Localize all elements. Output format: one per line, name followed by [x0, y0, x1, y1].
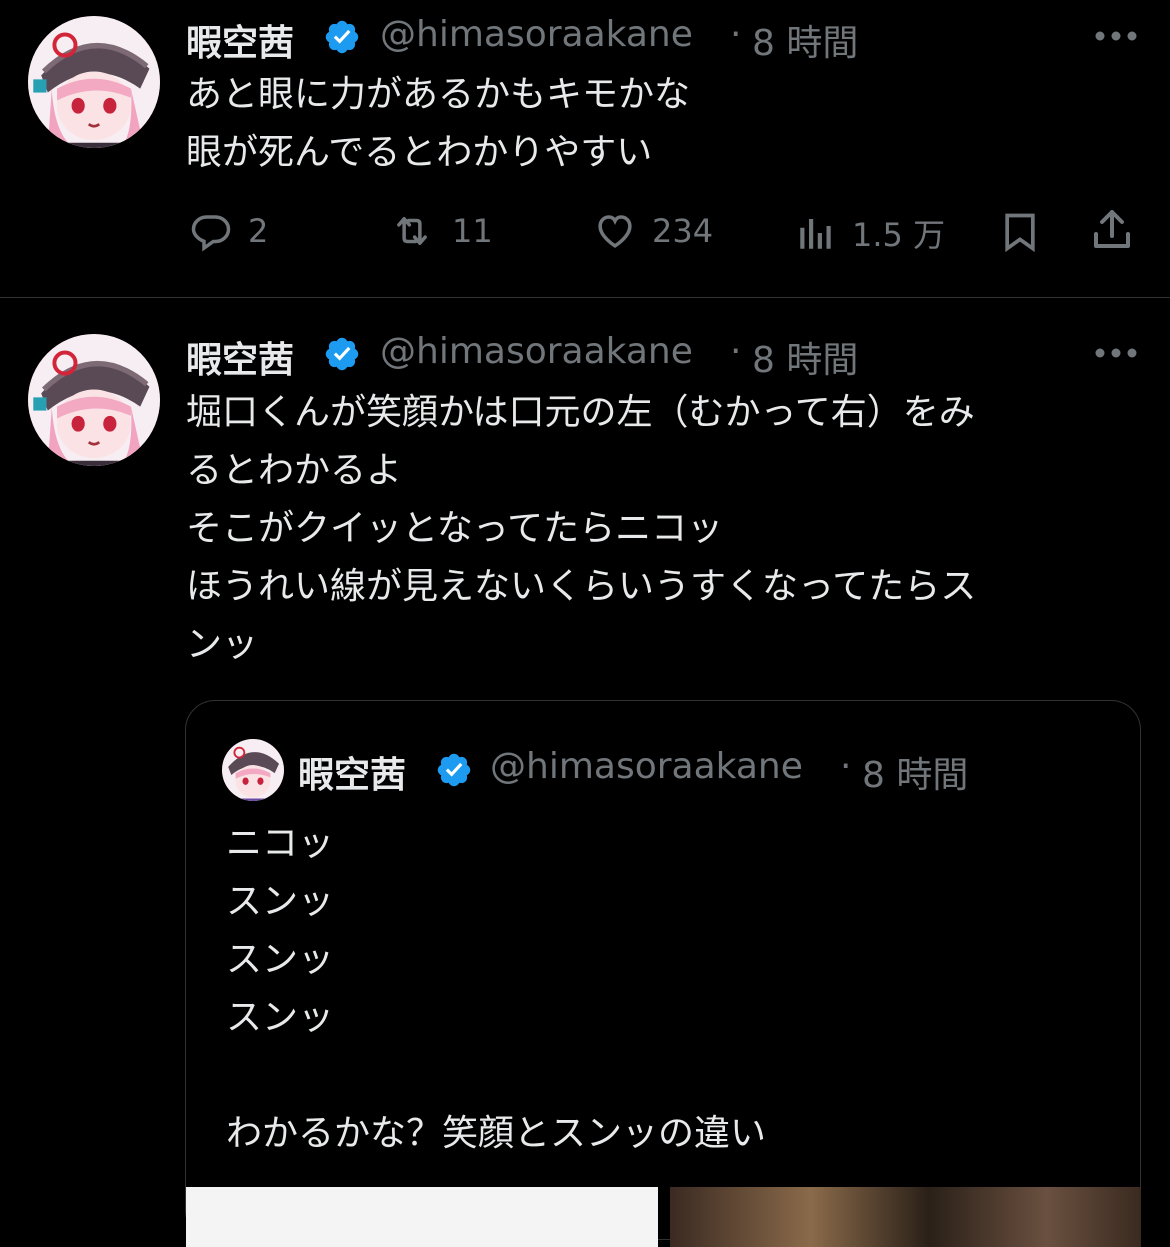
reply-icon: [191, 215, 231, 252]
avatar-image-icon: [28, 334, 160, 466]
avatar[interactable]: [28, 16, 160, 148]
like-button[interactable]: 234: [592, 210, 713, 252]
separator-dot: ·: [730, 14, 742, 55]
quoted-handle: @himasoraakane: [490, 746, 803, 787]
more-options-icon[interactable]: [1094, 30, 1138, 42]
more-options-icon[interactable]: [1094, 347, 1138, 359]
retweet-button[interactable]: 11: [386, 210, 493, 252]
retweet-icon: [397, 217, 427, 245]
handle[interactable]: @himasoraakane: [380, 14, 693, 55]
analytics-icon: [800, 219, 831, 249]
quoted-timestamp: 8 時間: [862, 755, 969, 796]
tweet-text: 堀口くんが笑顔かは口元の左（むかって右）をみ るとわかるよ そこがクイッとなって…: [186, 392, 977, 665]
avatar-image-icon: [222, 739, 284, 801]
quoted-media-image[interactable]: [186, 1187, 658, 1247]
quoted-tweet-card[interactable]: 暇空茜 @himasoraakane · 8 時間 ニコッ スンッ スンッ スン…: [185, 700, 1141, 1247]
reply-count: 2: [248, 212, 269, 250]
heart-icon: [598, 215, 632, 248]
views-button[interactable]: 1.5 万: [794, 210, 945, 256]
verified-badge-icon: [325, 20, 359, 54]
retweet-count: 11: [452, 212, 493, 250]
timestamp[interactable]: 8 時間: [752, 14, 858, 66]
reply-button[interactable]: 2: [188, 210, 268, 252]
verified-badge-icon: [325, 337, 359, 371]
handle[interactable]: @himasoraakane: [380, 331, 693, 372]
quoted-tweet-text: ニコッ スンッ スンッ スンッ わかるかな？笑顔とスンッの違い: [226, 823, 767, 1154]
timestamp[interactable]: 8 時間: [752, 331, 858, 383]
separator-dot: ·: [840, 746, 852, 787]
quoted-avatar: [222, 739, 284, 801]
display-name[interactable]: 暇空茜: [186, 331, 294, 383]
avatar[interactable]: [28, 334, 160, 466]
like-count: 234: [652, 212, 714, 250]
tweet-text: あと眼に力があるかもキモかな 眼が死んでるとわかりやすい: [186, 74, 691, 173]
display-name[interactable]: 暇空茜: [186, 14, 294, 66]
bookmark-icon[interactable]: [998, 208, 1042, 256]
verified-badge-icon: [437, 753, 471, 787]
tweet-divider: [0, 297, 1170, 298]
view-count: 1.5 万: [852, 216, 946, 254]
quoted-display-name: 暇空茜: [298, 755, 407, 796]
separator-dot: ·: [730, 331, 742, 372]
share-icon[interactable]: [1088, 206, 1136, 254]
quoted-media-image[interactable]: [670, 1187, 1141, 1247]
avatar-image-icon: [28, 16, 160, 148]
